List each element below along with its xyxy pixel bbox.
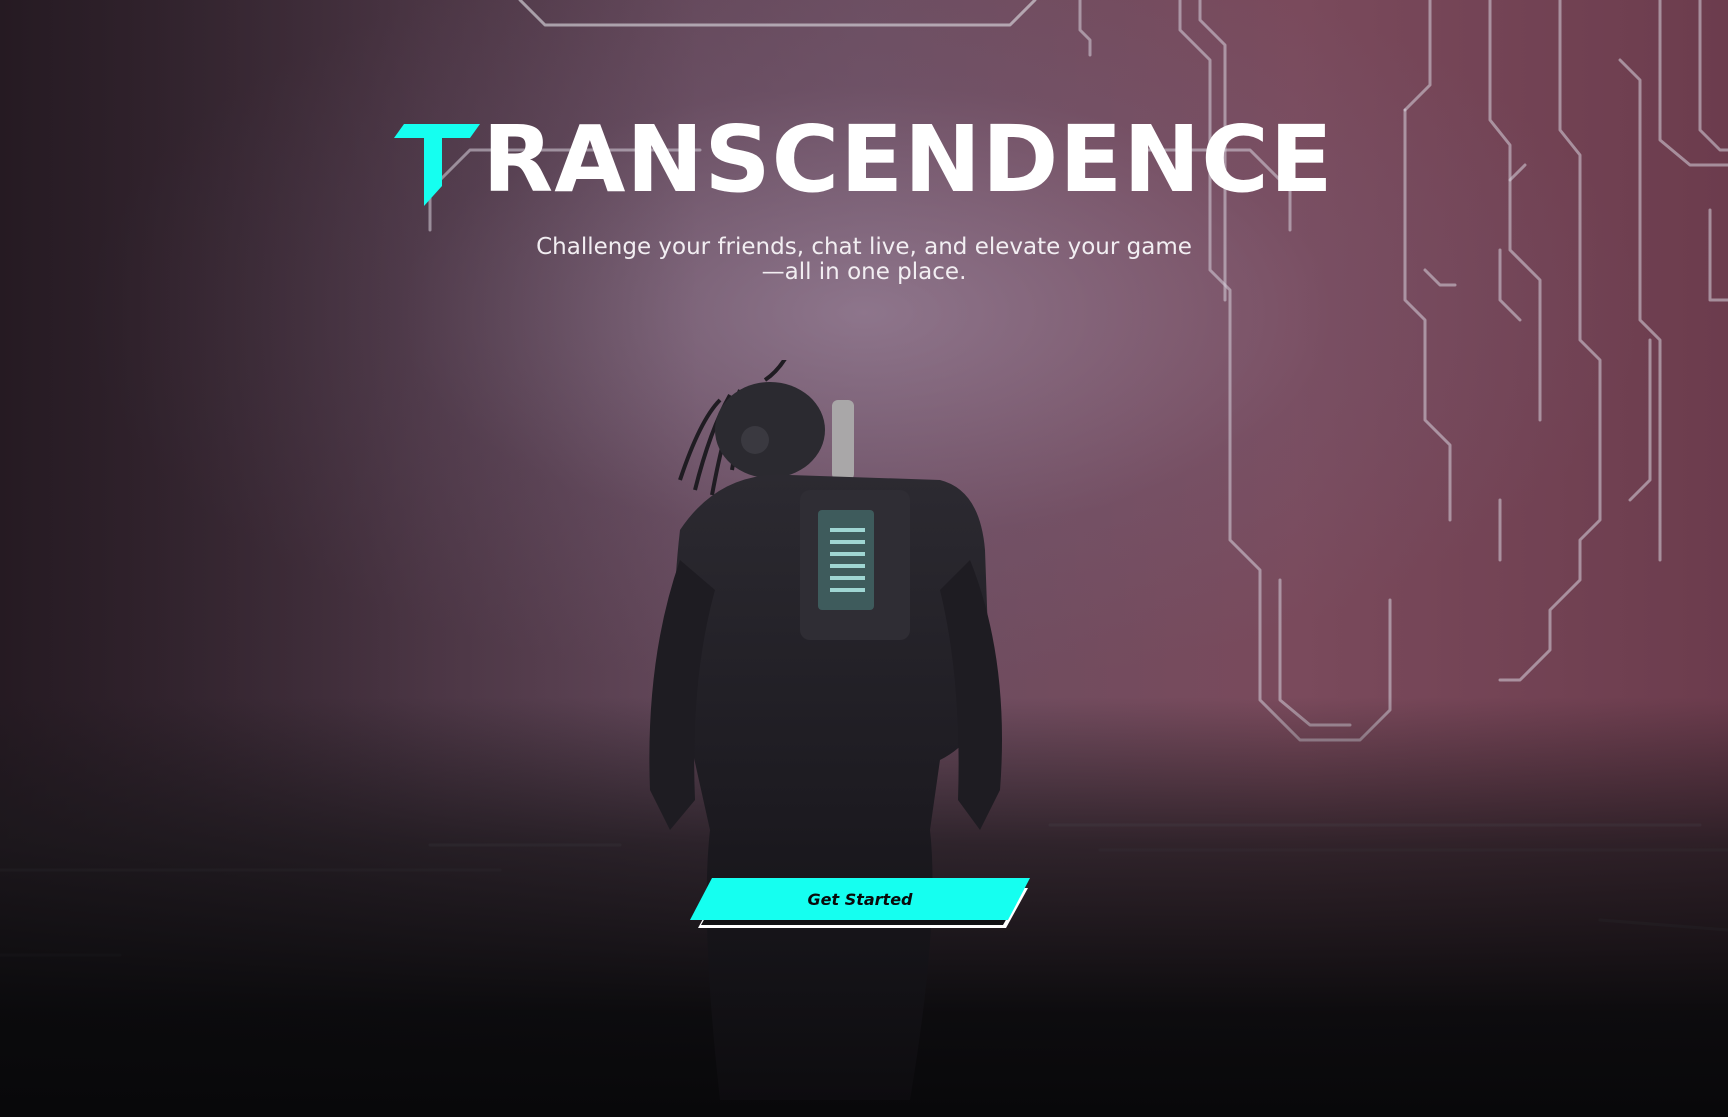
tagline: Challenge your friends, chat live, and e… [536, 234, 1192, 285]
get-started-button[interactable]: Get Started [690, 878, 1030, 920]
logo-t-icon [394, 124, 481, 206]
get-started-cta: Get Started [690, 878, 1035, 930]
landing-page: RANSCENDENCE Challenge your friends, cha… [0, 0, 1728, 1117]
brand-logo: RANSCENDENCE [394, 110, 1333, 210]
armored-character-illustration [649, 360, 1002, 1100]
brand-title: RANSCENDENCE [482, 106, 1334, 213]
hero-section: RANSCENDENCE Challenge your friends, cha… [0, 110, 1728, 285]
